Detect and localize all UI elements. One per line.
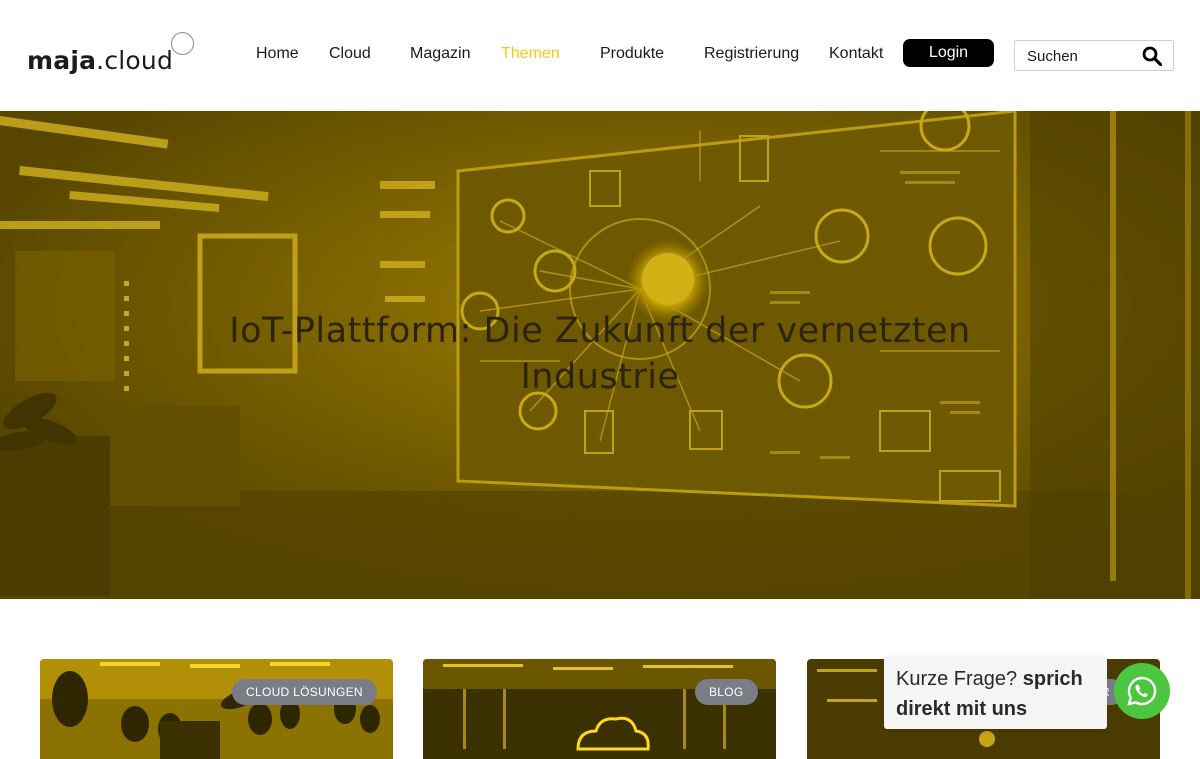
search-icon[interactable]	[1142, 46, 1162, 66]
logo[interactable]: maja.cloud	[27, 30, 197, 80]
chat-text-plain: Kurze Frage?	[896, 668, 1018, 690]
article-card-image	[40, 659, 393, 759]
logo-circle-icon	[171, 32, 194, 55]
logo-text: maja.cloud	[27, 46, 173, 75]
site-header: maja.cloud Home Cloud Magazin Themen Pro…	[0, 0, 1200, 111]
whatsapp-button[interactable]	[1114, 663, 1170, 719]
nav-item-themen[interactable]: Themen	[501, 45, 560, 63]
chat-prompt-text: Kurze Frage? sprich direkt mit uns	[896, 664, 1101, 724]
nav-item-home[interactable]: Home	[256, 45, 299, 63]
nav-item-magazin[interactable]: Magazin	[410, 45, 470, 63]
hero-banner: IoT-Plattform: Die Zukunft der vernetzte…	[0, 111, 1200, 599]
card-category-badge[interactable]: BLOG	[695, 679, 758, 705]
whatsapp-icon	[1127, 676, 1157, 706]
card-category-badge[interactable]: CLOUD LÖSUNGEN	[232, 679, 377, 705]
login-button[interactable]: Login	[903, 39, 994, 67]
search-box	[1014, 40, 1174, 71]
logo-bold: maja	[27, 46, 97, 75]
article-card-2[interactable]: BLOG	[423, 659, 776, 759]
hero-title: IoT-Plattform: Die Zukunft der vernetzte…	[229, 311, 971, 397]
logo-rest: .cloud	[96, 46, 174, 75]
nav-item-kontakt[interactable]: Kontakt	[829, 45, 883, 63]
article-card-image	[423, 659, 776, 759]
nav-item-cloud[interactable]: Cloud	[329, 45, 371, 63]
chat-prompt[interactable]: Kurze Frage? sprich direkt mit uns	[884, 656, 1107, 729]
search-input[interactable]	[1023, 45, 1141, 67]
nav-item-produkte[interactable]: Produkte	[600, 45, 664, 63]
nav-item-registrierung[interactable]: Registrierung	[704, 45, 799, 63]
article-card-1[interactable]: CLOUD LÖSUNGEN	[40, 659, 393, 759]
